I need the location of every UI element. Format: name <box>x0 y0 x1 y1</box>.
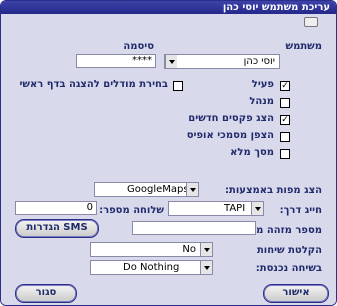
record-calls-value: No <box>182 244 196 255</box>
password-label: סיסמה <box>123 41 154 52</box>
maps-select[interactable]: GoogleMaps <box>94 182 199 197</box>
chevron-down-icon <box>251 202 263 215</box>
show-new-faxes-checkbox[interactable]: ✓ <box>280 115 290 125</box>
dialer-value: TAPI <box>224 203 246 214</box>
select-modules-label: בחירת מודלים להצגה בדף ראשי <box>19 79 168 90</box>
record-calls-label: הקלטת שיחות <box>256 245 322 256</box>
username-select[interactable]: יוסי כהן <box>164 54 280 69</box>
dialog-title: עריכת משתמש יוסי כהן <box>1 1 336 14</box>
record-calls-select[interactable]: No <box>90 242 213 257</box>
caller-id-field[interactable] <box>132 221 256 235</box>
username-value: יוסי כהן <box>243 56 275 67</box>
office-docs-label: הצפן מסמכי אופיס <box>186 130 274 141</box>
full-screen-checkbox[interactable] <box>280 149 290 159</box>
edit-user-dialog: עריכת משתמש יוסי כהן משתמש יוסי כהן סיסמ… <box>0 0 337 306</box>
on-incoming-label: בשיחה נכנסת: <box>255 263 322 274</box>
show-new-faxes-label: הצג פקסים חדשים <box>188 113 274 124</box>
password-field[interactable]: **** <box>76 54 156 68</box>
on-incoming-select[interactable]: Do Nothing <box>90 260 213 275</box>
active-checkbox[interactable]: ✓ <box>280 81 290 91</box>
select-modules-checkbox[interactable] <box>173 81 183 91</box>
sms-settings-button[interactable]: הגדרות SMS <box>15 219 99 238</box>
dialog-body: משתמש יוסי כהן סיסמה **** ✓ פעיל מנהל ✓ … <box>1 14 336 305</box>
dialer-label: חייג דרך: <box>279 205 322 216</box>
ok-button[interactable]: אישור <box>263 284 329 303</box>
chevron-down-icon <box>200 261 212 274</box>
extension-label: שלוחה מספר: <box>99 205 164 216</box>
maps-value: GoogleMaps <box>127 184 189 195</box>
active-label: פעיל <box>251 79 274 90</box>
on-incoming-value: Do Nothing <box>123 262 180 273</box>
chevron-down-icon <box>186 183 198 196</box>
office-docs-checkbox[interactable] <box>280 132 290 142</box>
dialer-select[interactable]: TAPI <box>168 201 264 216</box>
extension-field[interactable]: 0 <box>15 201 97 215</box>
show-maps-label: הצג מפות באמצעות: <box>225 185 322 196</box>
close-button[interactable]: סגור <box>15 284 77 303</box>
full-screen-label: מסך מלא <box>230 147 274 158</box>
eraser-icon[interactable] <box>304 17 318 27</box>
manager-checkbox[interactable] <box>280 98 290 108</box>
username-label: משתמש <box>285 41 322 52</box>
chevron-down-icon <box>200 243 212 256</box>
manager-label: מנהל <box>249 96 274 107</box>
chevron-down-icon <box>165 55 177 68</box>
